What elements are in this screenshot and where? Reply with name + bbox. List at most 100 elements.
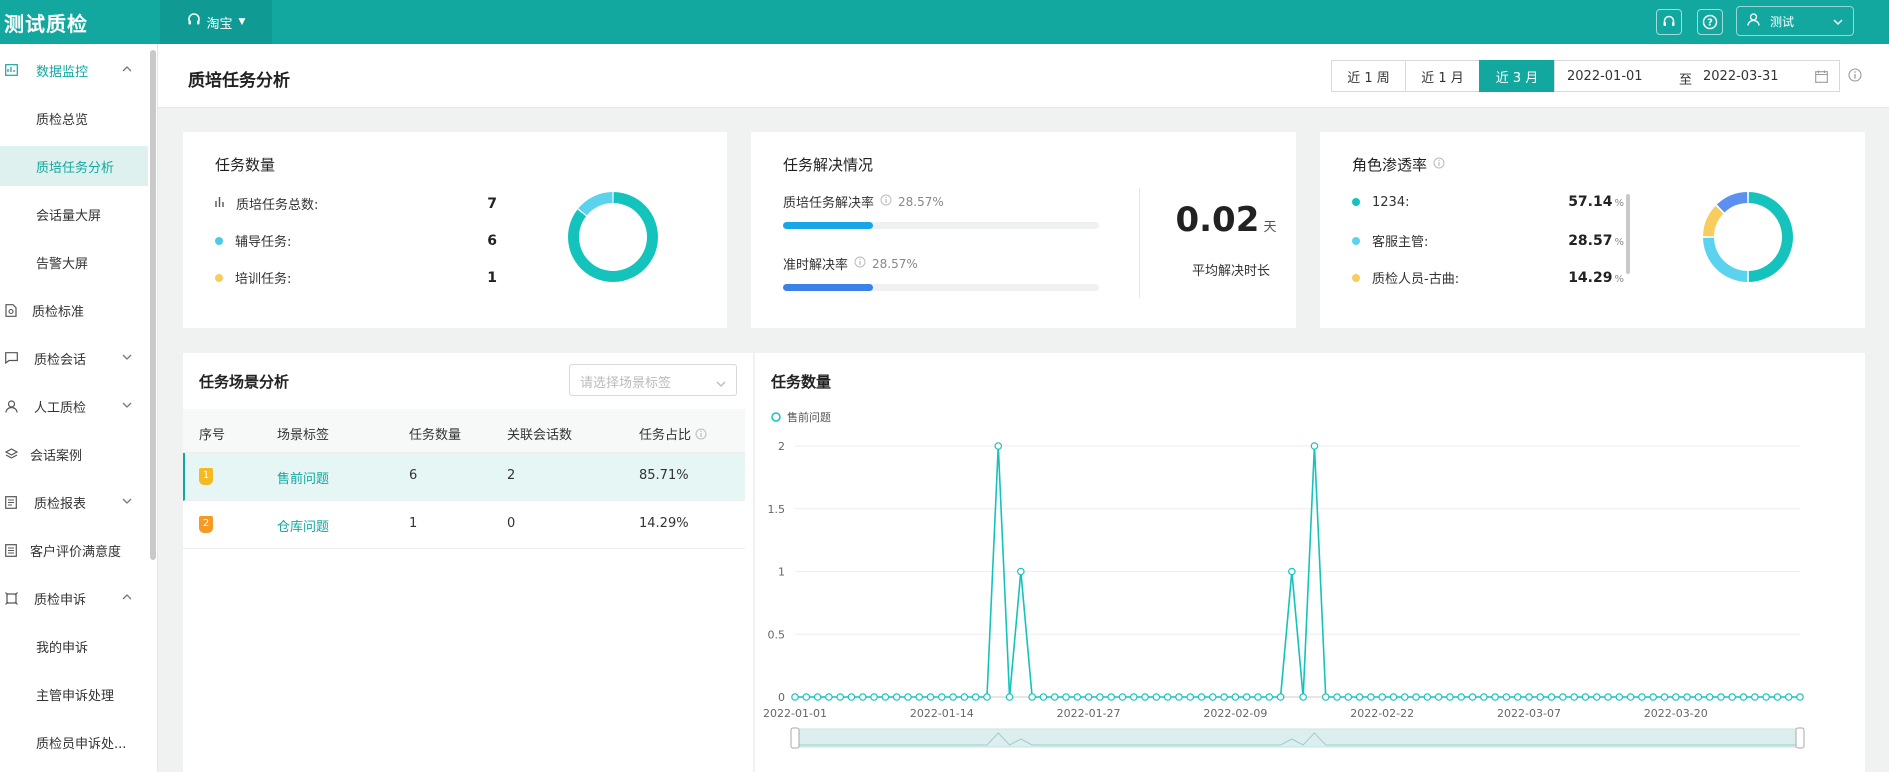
range-button-quarter[interactable]: 近 3 月	[1479, 60, 1555, 92]
data-point[interactable]	[1220, 693, 1228, 701]
data-point[interactable]	[1446, 693, 1454, 701]
data-point[interactable]	[1457, 693, 1466, 701]
data-point[interactable]	[1163, 693, 1172, 701]
data-point[interactable]	[1694, 693, 1703, 701]
data-point[interactable]	[1209, 693, 1217, 701]
table-row[interactable]: 1 售前问题 6 2 85.71%	[183, 453, 745, 501]
data-point[interactable]	[1468, 693, 1477, 701]
data-point[interactable]	[937, 693, 946, 701]
data-point[interactable]	[1717, 693, 1725, 701]
data-point[interactable]	[1592, 693, 1601, 701]
data-point[interactable]	[1751, 693, 1759, 701]
data-point[interactable]	[904, 693, 912, 701]
data-point[interactable]	[802, 693, 811, 701]
data-point[interactable]	[1389, 693, 1398, 701]
legend-label[interactable]: 售前问题	[787, 410, 831, 424]
data-point[interactable]	[1559, 693, 1567, 701]
range-button-week[interactable]: 近 1 周	[1331, 60, 1406, 92]
data-point[interactable]	[825, 693, 833, 701]
data-point[interactable]	[1480, 693, 1488, 701]
data-point[interactable]	[1536, 693, 1545, 701]
data-point[interactable]	[1073, 693, 1082, 701]
sidebar-item-qc-appeal[interactable]: 质检申诉	[0, 578, 148, 618]
data-point[interactable]	[1649, 693, 1658, 701]
data-point[interactable]	[1242, 693, 1251, 701]
data-point[interactable]	[858, 693, 867, 701]
sidebar-item-data-monitor[interactable]: 数据监控	[0, 50, 148, 90]
data-point[interactable]	[1400, 693, 1409, 701]
zoom-handle-left[interactable]	[790, 727, 800, 749]
data-point[interactable]	[949, 693, 957, 701]
sidebar-item-qc-overview[interactable]: 质检总览	[0, 98, 148, 138]
zoom-slider[interactable]	[794, 728, 1801, 748]
data-point[interactable]	[1626, 693, 1635, 701]
data-point[interactable]	[1491, 693, 1499, 701]
help-icon[interactable]: ?	[1697, 9, 1723, 35]
data-point[interactable]	[1084, 693, 1093, 701]
data-point[interactable]	[1141, 693, 1149, 701]
data-point[interactable]	[1107, 693, 1115, 701]
data-point[interactable]	[1570, 693, 1578, 701]
data-point[interactable]	[1310, 442, 1319, 450]
data-point[interactable]	[1683, 693, 1691, 701]
data-point[interactable]	[1050, 693, 1059, 701]
sidebar-item-alert-screen[interactable]: 告警大屏	[0, 242, 148, 282]
data-point[interactable]	[1705, 693, 1714, 701]
data-point[interactable]	[1671, 693, 1680, 701]
data-point[interactable]	[1062, 693, 1070, 701]
legend-marker[interactable]	[771, 412, 781, 422]
shop-switcher[interactable]: 淘宝 ▼	[160, 0, 272, 44]
data-point[interactable]	[994, 442, 1003, 450]
data-point[interactable]	[1265, 693, 1274, 701]
sidebar-item-qc-standard[interactable]: 质检标准	[0, 290, 148, 330]
sidebar-item-qc-session[interactable]: 质检会话	[0, 338, 148, 378]
scene-tag-link[interactable]: 仓库问题	[277, 516, 329, 535]
data-point[interactable]	[1333, 693, 1341, 701]
data-point[interactable]	[915, 693, 924, 701]
data-point[interactable]	[1604, 693, 1612, 701]
data-point[interactable]	[1773, 693, 1782, 701]
range-button-month[interactable]: 近 1 月	[1405, 60, 1480, 92]
data-point[interactable]	[1660, 693, 1669, 701]
support-icon[interactable]	[1656, 9, 1682, 35]
data-point[interactable]	[1118, 693, 1127, 701]
data-point[interactable]	[1796, 693, 1804, 701]
data-point[interactable]	[1186, 693, 1195, 701]
data-point[interactable]	[1299, 693, 1307, 701]
data-point[interactable]	[1784, 693, 1793, 701]
sidebar-item-customer-satisfaction[interactable]: 客户评价满意度	[0, 530, 148, 570]
data-point[interactable]	[813, 693, 822, 701]
data-point[interactable]	[1434, 693, 1443, 701]
data-point[interactable]	[1513, 693, 1522, 701]
data-point[interactable]	[1412, 693, 1420, 701]
data-point[interactable]	[1197, 693, 1206, 701]
data-point[interactable]	[1355, 693, 1364, 701]
data-point[interactable]	[1638, 693, 1646, 701]
data-point[interactable]	[1152, 693, 1161, 701]
user-menu[interactable]: 测试	[1736, 6, 1854, 36]
data-point[interactable]	[791, 693, 799, 701]
data-point[interactable]	[926, 693, 935, 701]
sidebar-item-session-screen[interactable]: 会话量大屏	[0, 194, 148, 234]
data-point[interactable]	[1028, 693, 1036, 701]
legend-scrollbar[interactable]	[1626, 194, 1630, 274]
data-point[interactable]	[1039, 693, 1048, 701]
data-point[interactable]	[1005, 693, 1014, 701]
data-point[interactable]	[892, 693, 901, 701]
data-point[interactable]	[1502, 693, 1511, 701]
data-point[interactable]	[1321, 693, 1330, 701]
table-row[interactable]: 2 仓库问题 1 0 14.29%	[183, 501, 745, 549]
data-point[interactable]	[1017, 567, 1025, 576]
date-start[interactable]: 2022-01-01	[1567, 69, 1643, 84]
data-point[interactable]	[1367, 693, 1375, 701]
data-point[interactable]	[1423, 693, 1432, 701]
data-point[interactable]	[1254, 693, 1262, 701]
data-point[interactable]	[1344, 693, 1353, 701]
data-point[interactable]	[1615, 693, 1624, 701]
sidebar-item-my-appeal[interactable]: 我的申诉	[0, 626, 148, 666]
sidebar-item-session-case[interactable]: 会话案例	[0, 434, 148, 474]
data-point[interactable]	[881, 693, 890, 701]
data-point[interactable]	[1547, 693, 1556, 701]
data-point[interactable]	[1231, 693, 1240, 701]
sidebar-scrollbar[interactable]	[150, 50, 156, 560]
